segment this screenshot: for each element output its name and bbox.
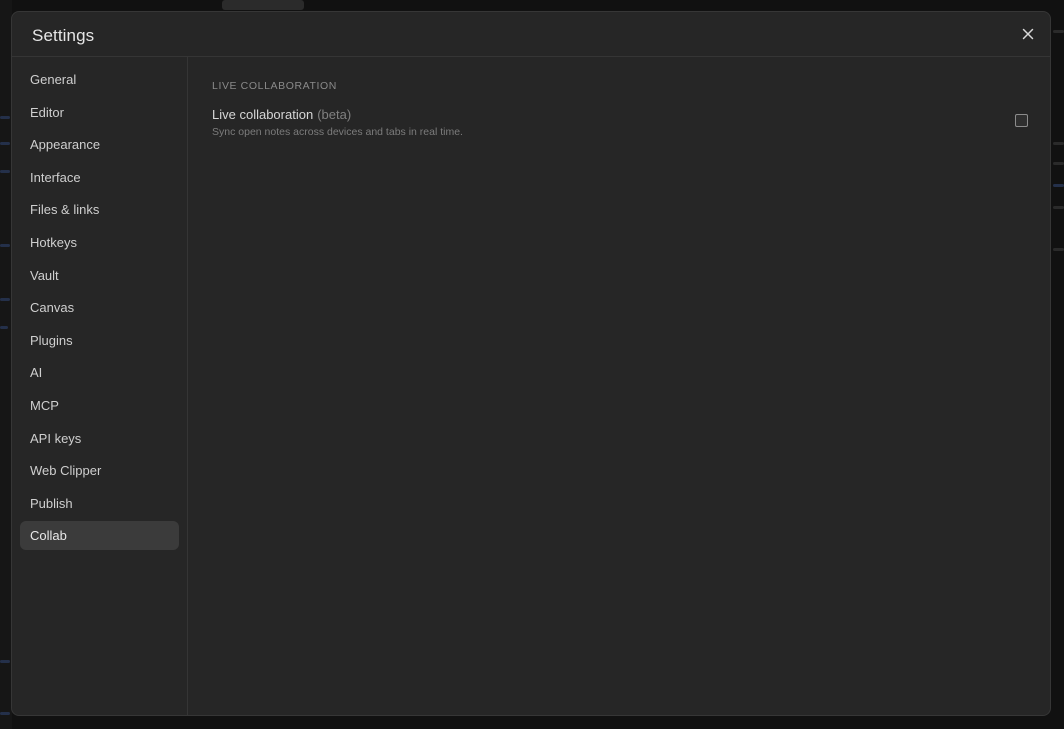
sidebar-item-vault[interactable]: Vault xyxy=(20,261,179,290)
sidebar-item-hotkeys[interactable]: Hotkeys xyxy=(20,228,179,257)
settings-modal: Settings General Editor Appearance Inter… xyxy=(11,11,1051,716)
background-link xyxy=(0,660,10,663)
setting-name: Live collaboration (beta) xyxy=(212,107,351,122)
modal-header: Settings xyxy=(12,12,1050,57)
background-link xyxy=(0,244,10,247)
sidebar-item-editor[interactable]: Editor xyxy=(20,98,179,127)
sidebar-item-api-keys[interactable]: API keys xyxy=(20,424,179,453)
sidebar-item-publish[interactable]: Publish xyxy=(20,489,179,518)
sidebar-item-plugins[interactable]: Plugins xyxy=(20,326,179,355)
setting-live-collaboration: Live collaboration (beta) Sync open notes… xyxy=(212,107,1030,143)
background-link xyxy=(0,142,10,145)
background-link xyxy=(0,170,10,173)
modal-title: Settings xyxy=(32,26,95,45)
background-link xyxy=(1053,184,1064,187)
sidebar-item-mcp[interactable]: MCP xyxy=(20,391,179,420)
beta-badge: (beta) xyxy=(317,107,352,122)
live-collaboration-checkbox[interactable] xyxy=(1015,114,1028,127)
background-link xyxy=(0,712,10,715)
background-text xyxy=(1053,142,1064,145)
background-link xyxy=(0,298,10,301)
sidebar-item-canvas[interactable]: Canvas xyxy=(20,293,179,322)
settings-content: LIVE COLLABORATION Live collaboration (be… xyxy=(188,57,1050,715)
background-text xyxy=(1053,206,1064,209)
background-link xyxy=(0,116,10,119)
sidebar-item-appearance[interactable]: Appearance xyxy=(20,130,179,159)
section-heading: LIVE COLLABORATION xyxy=(212,80,337,92)
sidebar-item-files-links[interactable]: Files & links xyxy=(20,195,179,224)
background-text xyxy=(1053,162,1064,165)
background-title xyxy=(222,0,304,10)
background-text xyxy=(1053,248,1064,251)
sidebar-item-ai[interactable]: AI xyxy=(20,358,179,387)
background-text xyxy=(1053,30,1064,33)
background-link xyxy=(0,326,8,329)
setting-name-label: Live collaboration xyxy=(212,107,314,122)
settings-sidebar: General Editor Appearance Interface File… xyxy=(12,57,188,715)
settings-nav: General Editor Appearance Interface File… xyxy=(20,65,179,554)
sidebar-item-collab[interactable]: Collab xyxy=(20,521,179,551)
sidebar-item-general[interactable]: General xyxy=(20,65,179,94)
close-icon xyxy=(1022,28,1034,40)
setting-description: Sync open notes across devices and tabs … xyxy=(212,126,463,138)
close-button[interactable] xyxy=(1018,24,1038,44)
sidebar-item-web-clipper[interactable]: Web Clipper xyxy=(20,456,179,485)
sidebar-item-interface[interactable]: Interface xyxy=(20,163,179,192)
